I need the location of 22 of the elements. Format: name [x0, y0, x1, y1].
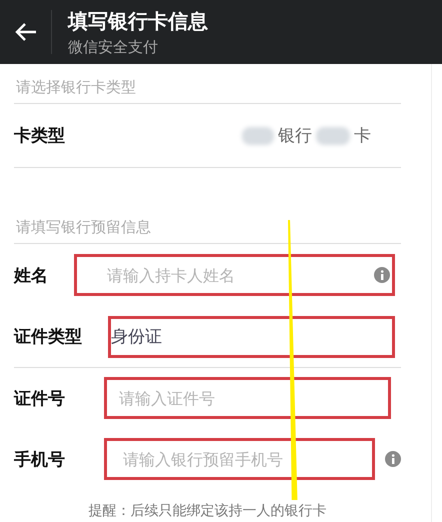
blurred-text — [316, 126, 350, 144]
input-field[interactable]: 请输入持卡人姓名 — [74, 254, 395, 296]
back-arrow-icon — [14, 23, 36, 41]
field-label: 证件号 — [14, 388, 66, 410]
text-input[interactable]: 请输入银行预留手机号 — [121, 448, 372, 470]
field-label: 姓名 — [14, 264, 49, 286]
input-field[interactable]: 请输入证件号 — [104, 377, 391, 419]
field-label: 手机号 — [14, 448, 66, 470]
field-label: 证件类型 — [14, 326, 83, 348]
card-type-text: 银行 — [278, 125, 312, 147]
info-icon[interactable] — [385, 451, 401, 467]
card-type-text: 卡 — [354, 125, 371, 147]
input-field[interactable]: 请输入银行预留手机号 — [104, 438, 375, 480]
page-subtitle: 微信安全支付 — [68, 38, 159, 56]
text-input[interactable]: 请输入持卡人姓名 — [105, 264, 374, 286]
page-title: 填写银行卡信息 — [68, 8, 208, 34]
info-icon[interactable] — [374, 267, 390, 283]
section-heading: 请选择银行卡类型 — [14, 64, 401, 104]
blurred-text — [242, 126, 274, 144]
select-field[interactable]: 身份证 — [108, 316, 395, 358]
text-input[interactable]: 请输入证件号 — [117, 388, 388, 408]
field-label: 卡类型 — [14, 125, 66, 147]
